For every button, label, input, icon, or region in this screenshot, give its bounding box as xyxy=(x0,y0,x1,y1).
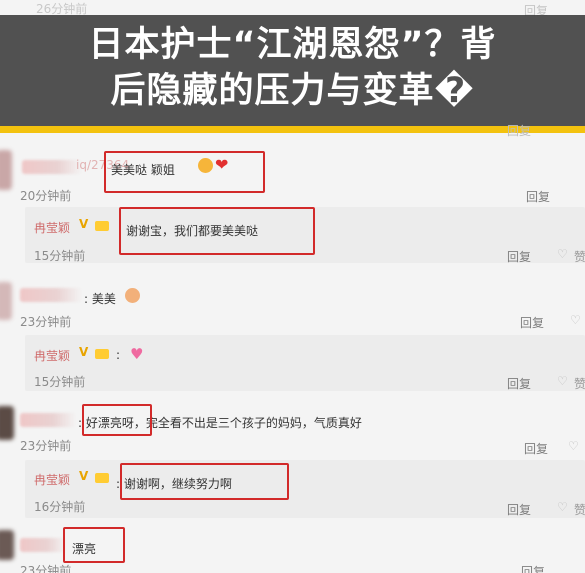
comment-username-blur xyxy=(20,538,66,552)
avatar xyxy=(0,282,12,320)
highlight-box xyxy=(104,151,265,193)
reply-button[interactable]: 回复 xyxy=(521,563,545,573)
reply-link-behind-banner[interactable]: 回复 xyxy=(507,122,531,139)
comment-text: : 美美 xyxy=(84,292,116,306)
highlight-box xyxy=(63,527,125,563)
reply-button[interactable]: 回复 xyxy=(507,248,531,265)
member-badge-icon xyxy=(95,349,109,359)
comment-time: 23分钟前 xyxy=(20,439,72,453)
reply-username[interactable]: 冉莹颖 xyxy=(34,347,70,364)
reply-block xyxy=(25,335,585,391)
reply-time: 15分钟前 xyxy=(34,249,86,263)
verified-icon: V xyxy=(79,469,89,483)
like-icon[interactable]: ♡ xyxy=(557,500,568,514)
like-icon[interactable]: ♡ xyxy=(568,439,579,453)
like-icon[interactable]: ♡ xyxy=(570,313,581,327)
reply-button[interactable]: 回复 xyxy=(526,188,550,205)
reply-time: 16分钟前 xyxy=(34,500,86,514)
reply-button[interactable]: 回复 xyxy=(524,440,548,457)
avatar xyxy=(0,150,12,190)
comment-username-blur xyxy=(20,413,76,427)
gift-emoji-icon: ♥ xyxy=(130,345,144,363)
reply-button[interactable]: 回复 xyxy=(507,501,531,518)
headline: 日本护士“江湖恩怨”？背 后隐藏的压力与变革� xyxy=(0,22,585,114)
comment-username-blur xyxy=(20,288,82,302)
member-badge-icon xyxy=(95,473,109,483)
verified-icon: V xyxy=(79,345,89,359)
like-label[interactable]: 赞 xyxy=(574,375,585,392)
highlight-box xyxy=(120,463,289,500)
reply-block xyxy=(25,460,585,518)
reply-username[interactable]: 冉莹颖 xyxy=(34,219,70,236)
like-icon[interactable]: ♡ xyxy=(557,247,568,261)
highlight-box xyxy=(119,207,315,255)
comment-time: 23分钟前 xyxy=(20,564,72,573)
comment-text-rest: ，完全看不出是三个孩子的妈妈，气质真好 xyxy=(133,416,362,430)
reply-button[interactable]: 回复 xyxy=(507,375,531,392)
like-label[interactable]: 赞 xyxy=(574,248,585,265)
headline-line-2: 后隐藏的压力与变革� xyxy=(110,71,475,111)
screenshot: 26分钟前 回复 日本护士“江湖恩怨”？背 后隐藏的压力与变革� 回复 iq/2… xyxy=(0,0,585,573)
reply-button[interactable]: 回复 xyxy=(520,314,544,331)
like-icon[interactable]: ♡ xyxy=(557,374,568,388)
avatar xyxy=(0,530,14,560)
like-label[interactable]: 赞 xyxy=(574,501,585,518)
comment-time: 20分钟前 xyxy=(20,189,72,203)
highlight-box xyxy=(82,404,152,436)
verified-icon: V xyxy=(79,217,89,231)
comment-username-blur xyxy=(22,160,82,174)
headline-line-1: 日本护士“江湖恩怨”？背 xyxy=(88,25,497,65)
reply-text: : xyxy=(116,348,121,362)
flower-emoji-icon xyxy=(125,288,140,303)
reply-username[interactable]: 冉莹颖 xyxy=(34,471,70,488)
comment-text-content: 美美 xyxy=(91,292,116,306)
comment-time: 23分钟前 xyxy=(20,315,72,329)
avatar xyxy=(0,406,14,440)
member-badge-icon xyxy=(95,221,109,231)
headline-accent-bar xyxy=(0,126,585,133)
reply-time: 15分钟前 xyxy=(34,375,86,389)
